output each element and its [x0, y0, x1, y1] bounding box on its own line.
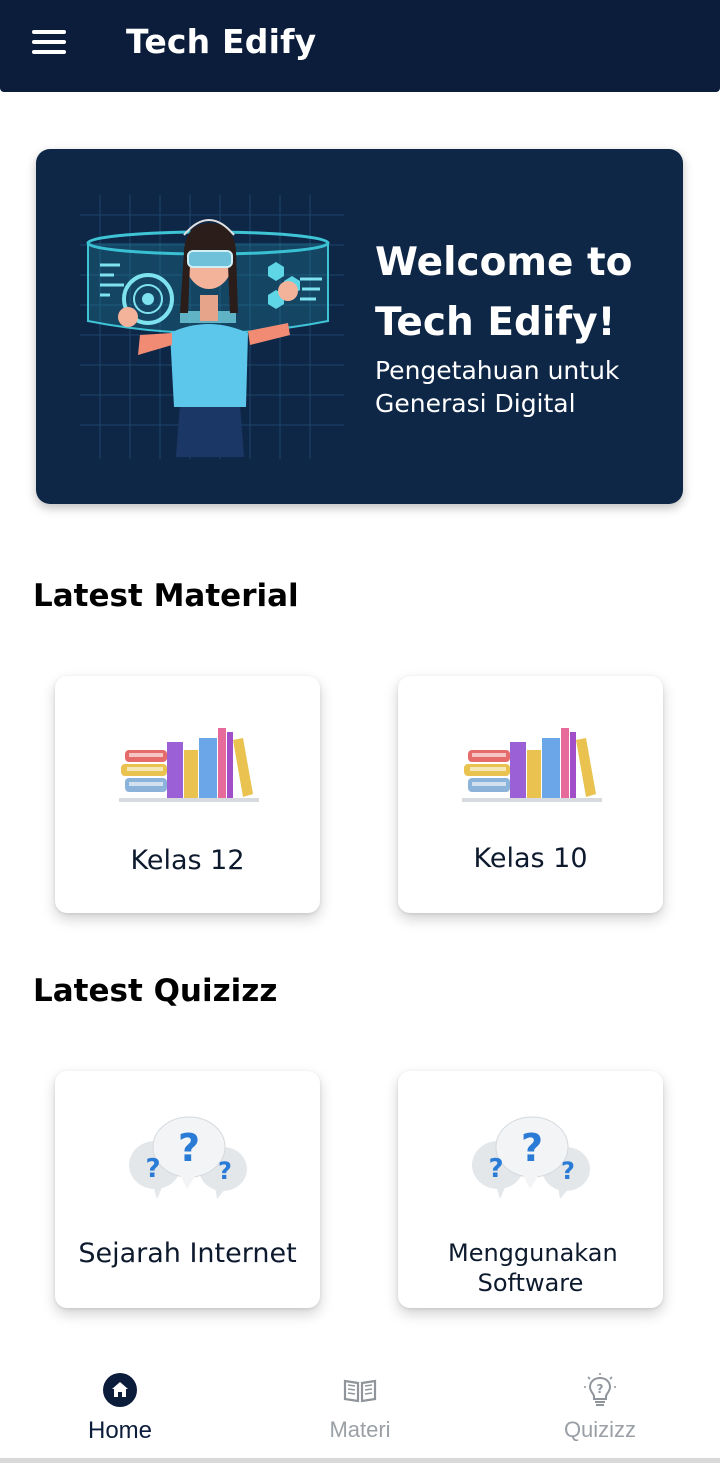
material-card-kelas-12[interactable]: Kelas 12 [55, 676, 320, 913]
banner-subheading: Pengetahuan untuk Generasi Digital [375, 356, 620, 418]
svg-text:?: ? [488, 1154, 503, 1184]
home-icon [103, 1373, 137, 1407]
bottom-divider [0, 1458, 720, 1463]
question-bubbles-icon: ? ? ? [472, 1116, 590, 1199]
books-icon [462, 728, 602, 802]
hamburger-icon [32, 30, 66, 34]
welcome-banner: Welcome to Tech Edify! Pengetahuan untuk… [36, 149, 683, 504]
banner-heading: Welcome to Tech Edify! [375, 240, 633, 345]
svg-text:?: ? [218, 1157, 232, 1185]
svg-text:?: ? [178, 1126, 200, 1170]
quiz-card-menggunakan-software[interactable]: ? ? ? Menggunakan Software [398, 1071, 663, 1308]
svg-text:?: ? [521, 1126, 543, 1170]
quiz-card-sejarah-internet[interactable]: ? ? ? Sejarah Internet [55, 1071, 320, 1308]
app-bar: Tech Edify [0, 0, 720, 92]
lightbulb-icon: ? [584, 1373, 616, 1406]
book-icon [343, 1379, 377, 1403]
vr-person-illustration [80, 195, 344, 459]
svg-text:?: ? [597, 1382, 604, 1396]
bottom-navigation: Home Materi ? Quizizz [0, 1355, 720, 1463]
nav-item-home[interactable]: Home [0, 1355, 240, 1455]
nav-item-materi[interactable]: Materi [240, 1355, 480, 1455]
material-card-label: Kelas 10 [473, 843, 588, 874]
latest-material-title: Latest Material [33, 578, 299, 614]
question-bubbles-icon: ? ? ? [129, 1116, 247, 1199]
material-card-kelas-10[interactable]: Kelas 10 [398, 676, 663, 913]
material-card-label: Kelas 12 [130, 845, 245, 876]
latest-quizizz-title: Latest Quizizz [33, 973, 278, 1009]
quiz-card-label: Menggunakan Software [448, 1239, 618, 1297]
books-icon [119, 728, 259, 802]
svg-text:?: ? [145, 1154, 160, 1184]
svg-text:?: ? [561, 1157, 575, 1185]
app-title: Tech Edify [126, 22, 317, 61]
nav-label-home: Home [87, 1417, 153, 1444]
quiz-card-label: Sejarah Internet [78, 1238, 297, 1269]
nav-label-quizizz: Quizizz [563, 1417, 637, 1442]
menu-button[interactable] [24, 22, 74, 62]
nav-item-quizizz[interactable]: ? Quizizz [480, 1355, 720, 1455]
nav-label-materi: Materi [329, 1417, 391, 1442]
